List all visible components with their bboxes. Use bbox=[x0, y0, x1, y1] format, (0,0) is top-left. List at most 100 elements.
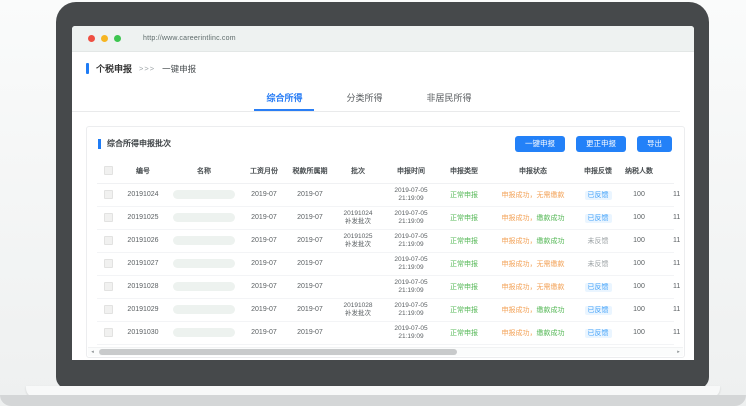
filing-type-badge: 正常申报 bbox=[450, 192, 478, 199]
row-checkbox[interactable] bbox=[104, 282, 113, 291]
taxpayer-count-cell: 100 bbox=[619, 283, 659, 290]
name-cell bbox=[167, 282, 241, 291]
tax-period-cell: 2019-07 bbox=[287, 237, 333, 244]
redacted-name-pill bbox=[173, 259, 235, 268]
select-all-checkbox[interactable] bbox=[104, 166, 113, 175]
taxpayer-count-cell: 100 bbox=[619, 306, 659, 313]
scrollbar-thumb[interactable] bbox=[99, 349, 457, 355]
name-cell bbox=[167, 259, 241, 268]
clipped-amount-cell: 11 bbox=[659, 283, 684, 290]
filing-type-cell: 正常申报 bbox=[439, 236, 489, 246]
filing-time-cell: 2019-07-0521:19:09 bbox=[383, 187, 439, 203]
row-checkbox[interactable] bbox=[104, 259, 113, 268]
clipped-amount-cell: 11 bbox=[659, 191, 684, 198]
tax-period-cell: 2019-07 bbox=[287, 306, 333, 313]
batch-id-cell: 20191025 bbox=[119, 214, 167, 221]
filing-type-badge: 正常申报 bbox=[450, 261, 478, 268]
table-row: 201910302019-072019-072019-07-0521:19:09… bbox=[97, 322, 674, 345]
name-cell bbox=[167, 213, 241, 222]
filing-time-cell: 2019-07-0521:19:09 bbox=[383, 302, 439, 318]
window-controls bbox=[88, 35, 121, 42]
row-checkbox[interactable] bbox=[104, 190, 113, 199]
batch-id-cell: 20191029 bbox=[119, 306, 167, 313]
column-header: 申报时间 bbox=[383, 166, 439, 176]
column-header: 申报反馈 bbox=[577, 166, 619, 176]
table-header-row: 编号名称工资月份税款所属期批次申报时间申报类型申报状态申报反馈纳税人数 bbox=[97, 159, 674, 184]
table-row: 201910282019-072019-072019-07-0521:19:09… bbox=[97, 276, 674, 299]
tax-period-cell: 2019-07 bbox=[287, 283, 333, 290]
filing-status-cell: 申报成功，缴款成功 bbox=[489, 328, 577, 338]
feedback-badge[interactable]: 已反馈 bbox=[585, 214, 612, 223]
column-header: 工资月份 bbox=[241, 166, 287, 176]
row-checkbox[interactable] bbox=[104, 305, 113, 314]
tax-period-cell: 2019-07 bbox=[287, 260, 333, 267]
salary-month-cell: 2019-07 bbox=[241, 329, 287, 336]
filing-time-cell: 2019-07-0521:19:09 bbox=[383, 210, 439, 226]
browser-url-bar: http://www.careerintlinc.com bbox=[72, 26, 694, 52]
feedback-badge[interactable]: 已反馈 bbox=[585, 283, 612, 292]
clipped-amount-cell: 11 bbox=[659, 329, 684, 336]
row-checkbox-cell bbox=[97, 213, 119, 222]
feedback-badge[interactable]: 已反馈 bbox=[585, 191, 612, 200]
row-checkbox[interactable] bbox=[104, 328, 113, 337]
tax-period-cell: 2019-07 bbox=[287, 214, 333, 221]
feedback-cell: 未反馈 bbox=[577, 259, 619, 269]
batch-id-cell: 20191026 bbox=[119, 237, 167, 244]
table-row: 201910242019-072019-072019-07-0521:19:09… bbox=[97, 184, 674, 207]
batch-table: 编号名称工资月份税款所属期批次申报时间申报类型申报状态申报反馈纳税人数 2019… bbox=[87, 157, 684, 345]
accent-bar-icon bbox=[98, 139, 101, 149]
batch-panel: 综合所得申报批次 一键申报更正申报导出 编号名称工资月份税款所属期批次申报时间申… bbox=[86, 126, 685, 358]
feedback-badge[interactable]: 已反馈 bbox=[585, 329, 612, 338]
table-row: 201910262019-072019-0720191025补发批次2019-0… bbox=[97, 230, 674, 253]
header-checkbox-cell bbox=[97, 166, 119, 175]
redacted-name-pill bbox=[173, 213, 235, 222]
feedback-cell: 已反馈 bbox=[577, 213, 619, 223]
action-button-3[interactable]: 导出 bbox=[637, 136, 672, 152]
filing-type-badge: 正常申报 bbox=[450, 284, 478, 291]
feedback-badge: 未反馈 bbox=[585, 260, 612, 269]
filing-status-cell: 申报成功，缴款成功 bbox=[489, 236, 577, 246]
breadcrumb-section: 个税申报 bbox=[96, 62, 132, 75]
filing-status-cell: 申报成功，无需缴款 bbox=[489, 259, 577, 269]
feedback-cell: 已反馈 bbox=[577, 282, 619, 292]
maximize-window-icon[interactable] bbox=[114, 35, 121, 42]
close-window-icon[interactable] bbox=[88, 35, 95, 42]
name-cell bbox=[167, 305, 241, 314]
salary-month-cell: 2019-07 bbox=[241, 283, 287, 290]
browser-window: http://www.careerintlinc.com 个税申报 >>> 一键… bbox=[72, 26, 694, 360]
batch-cell: 20191024补发批次 bbox=[333, 210, 383, 226]
row-checkbox[interactable] bbox=[104, 213, 113, 222]
filing-status-cell: 申报成功，无需缴款 bbox=[489, 190, 577, 200]
batch-cell: 20191028补发批次 bbox=[333, 302, 383, 318]
minimize-window-icon[interactable] bbox=[101, 35, 108, 42]
panel-title: 综合所得申报批次 bbox=[107, 138, 171, 149]
action-button-1[interactable]: 一键申报 bbox=[515, 136, 565, 152]
horizontal-scrollbar[interactable]: ◂ ▸ bbox=[88, 347, 683, 356]
action-button-2[interactable]: 更正申报 bbox=[576, 136, 626, 152]
row-checkbox-cell bbox=[97, 282, 119, 291]
salary-month-cell: 2019-07 bbox=[241, 191, 287, 198]
breadcrumb-separator: >>> bbox=[139, 64, 155, 73]
filing-time-cell: 2019-07-0521:19:09 bbox=[383, 279, 439, 295]
filing-status-cell: 申报成功，缴款成功 bbox=[489, 213, 577, 223]
feedback-badge[interactable]: 已反馈 bbox=[585, 306, 612, 315]
salary-month-cell: 2019-07 bbox=[241, 260, 287, 267]
row-checkbox-cell bbox=[97, 328, 119, 337]
batch-id-cell: 20191030 bbox=[119, 329, 167, 336]
row-checkbox-cell bbox=[97, 190, 119, 199]
row-checkbox-cell bbox=[97, 259, 119, 268]
scroll-right-icon[interactable]: ▸ bbox=[674, 348, 683, 357]
tab-3[interactable]: 非居民所得 bbox=[423, 85, 476, 111]
filing-type-badge: 正常申报 bbox=[450, 307, 478, 314]
tab-1[interactable]: 综合所得 bbox=[262, 85, 306, 111]
row-checkbox[interactable] bbox=[104, 236, 113, 245]
url-text[interactable]: http://www.careerintlinc.com bbox=[143, 35, 236, 42]
tab-2[interactable]: 分类所得 bbox=[342, 85, 386, 111]
filing-type-cell: 正常申报 bbox=[439, 328, 489, 338]
tabs: 综合所得 分类所得 非居民所得 bbox=[72, 85, 680, 112]
filing-status-cell: 申报成功，无需缴款 bbox=[489, 282, 577, 292]
scrollbar-track[interactable] bbox=[97, 349, 674, 355]
column-header: 批次 bbox=[333, 166, 383, 176]
batch-id-cell: 20191027 bbox=[119, 260, 167, 267]
scroll-left-icon[interactable]: ◂ bbox=[88, 348, 97, 357]
